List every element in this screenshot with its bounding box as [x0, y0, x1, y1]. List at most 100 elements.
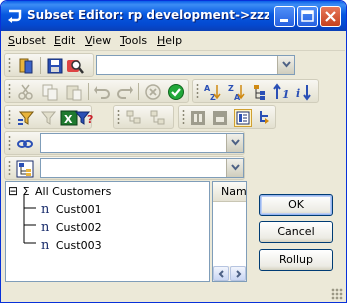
toolbar-grip[interactable]	[8, 109, 11, 125]
toolbar-separator	[40, 57, 41, 74]
ok-button[interactable]: OK	[259, 194, 333, 216]
close-icon	[325, 11, 336, 22]
tree-node-label: Cust003	[55, 239, 102, 252]
expand-icon[interactable]	[125, 109, 143, 127]
combo-dropdown-button[interactable]	[277, 56, 294, 74]
tree-node-label: Cust001	[55, 203, 102, 216]
chevron-left-icon	[218, 270, 224, 278]
svg-text:i: i	[296, 87, 300, 100]
combo-dropdown-button[interactable]	[226, 134, 243, 152]
toolbar-grip[interactable]	[182, 109, 185, 125]
save-icon[interactable]	[46, 57, 64, 75]
app-icon	[8, 9, 22, 23]
sort-desc-icon[interactable]: ZA	[227, 83, 245, 101]
toolbar-grip[interactable]	[8, 83, 11, 99]
element-icon: n	[41, 202, 50, 217]
svg-text:X: X	[64, 113, 73, 126]
resize-grip[interactable]	[331, 288, 343, 300]
subset-icon	[16, 160, 34, 178]
window-title: Subset Editor: rp development->zzz...	[27, 8, 269, 22]
tree-node-label: Cust002	[55, 221, 102, 234]
grid-column-header[interactable]: Name	[213, 182, 246, 202]
sort-level-desc-icon[interactable]: i	[295, 83, 313, 101]
chevron-down-icon	[231, 139, 240, 146]
sort-asc-icon[interactable]: AZ	[203, 83, 221, 101]
drill-icon[interactable]	[189, 109, 207, 127]
menu-edit[interactable]: Edit	[54, 34, 75, 49]
toolbar-file	[4, 53, 94, 77]
menu-bar: Subset Edit View Tools Help	[4, 31, 345, 51]
maximize-icon	[301, 10, 314, 22]
toolbar-grip[interactable]	[8, 135, 11, 151]
redo-icon[interactable]	[116, 83, 134, 101]
branch-icon[interactable]	[256, 109, 274, 127]
copy-icon[interactable]	[41, 83, 59, 101]
properties-icon[interactable]	[234, 109, 252, 127]
minimize-icon	[280, 19, 288, 22]
subset-combo[interactable]	[40, 158, 244, 178]
close-button[interactable]	[320, 6, 341, 27]
toolbar-sort: AZ ZA 1 i	[192, 79, 319, 103]
toolbar-grip[interactable]	[196, 83, 199, 99]
subset-editor-window: Subset Editor: rp development->zzz... Su…	[0, 0, 347, 303]
svg-text:Z: Z	[228, 84, 234, 93]
collapse-icon[interactable]	[149, 109, 167, 127]
cancel-button[interactable]: Cancel	[259, 221, 333, 243]
title-bar[interactable]: Subset Editor: rp development->zzz...	[1, 1, 346, 31]
tree-node-child[interactable]: n Cust003	[41, 238, 102, 253]
combo-dropdown-button[interactable]	[226, 159, 243, 177]
alias-icon	[17, 140, 33, 148]
tree-node-root[interactable]: ⊟ Σ All Customers	[8, 184, 111, 199]
menu-help[interactable]: Help	[157, 34, 182, 49]
undo-icon[interactable]	[93, 83, 111, 101]
tree-node-child[interactable]: n Cust001	[41, 202, 102, 217]
filter-expression-icon[interactable]: ?	[75, 109, 93, 127]
toolbar-grip[interactable]	[8, 57, 11, 73]
toolbar-grip[interactable]	[8, 160, 11, 176]
element-icon: n	[41, 238, 50, 253]
sort-level-asc-icon[interactable]: 1	[273, 83, 291, 101]
menu-tools[interactable]: Tools	[120, 34, 147, 49]
toolbar-view	[178, 105, 276, 129]
horizontal-scrollbar[interactable]	[213, 266, 246, 281]
svg-text:Z: Z	[210, 93, 216, 101]
subset-tree[interactable]: ⊟ Σ All Customers n Cust001 n Cust002 n …	[5, 181, 210, 282]
toolbar-separator	[88, 83, 89, 100]
ok-check-icon[interactable]	[167, 83, 185, 101]
status-bar	[1, 285, 346, 302]
hierarchy-sort-icon[interactable]	[252, 83, 270, 101]
menu-view[interactable]: View	[85, 34, 111, 49]
toolbar-expand	[113, 105, 174, 129]
cut-icon[interactable]	[17, 83, 35, 101]
attribute-grid[interactable]: Name	[212, 181, 247, 282]
toolbar-filter: X ?	[4, 105, 93, 129]
svg-text:?: ?	[87, 113, 93, 126]
toolbar-separator	[138, 83, 139, 100]
sigma-icon: Σ	[22, 185, 30, 198]
element-icon: n	[41, 220, 50, 235]
menu-subset[interactable]: Subset	[8, 34, 46, 49]
cancel-icon[interactable]	[144, 83, 162, 101]
search-icon[interactable]	[66, 57, 84, 75]
scroll-left-button[interactable]	[213, 266, 229, 281]
toolbar-combo[interactable]	[96, 55, 295, 75]
alias-combo[interactable]	[40, 133, 244, 153]
chevron-right-icon	[236, 270, 242, 278]
paste-icon[interactable]	[65, 83, 83, 101]
toolbar-grip[interactable]	[117, 109, 120, 125]
scroll-right-button[interactable]	[230, 266, 246, 281]
drill-down-icon[interactable]	[211, 109, 229, 127]
toolbar-edit	[4, 79, 189, 103]
chevron-down-icon	[282, 61, 291, 68]
chevron-down-icon	[231, 164, 240, 171]
svg-text:A: A	[204, 84, 211, 93]
rollup-button[interactable]: Rollup	[259, 249, 333, 271]
tree-node-label: All Customers	[35, 185, 112, 198]
filter-attribute-icon[interactable]	[39, 109, 57, 127]
tree-node-child[interactable]: n Cust002	[41, 220, 102, 235]
tree-expander-icon[interactable]: ⊟	[8, 184, 18, 198]
maximize-button[interactable]	[297, 6, 318, 27]
book-icon[interactable]	[17, 57, 35, 75]
filter-level-icon[interactable]	[17, 109, 35, 127]
minimize-button[interactable]	[274, 6, 295, 27]
